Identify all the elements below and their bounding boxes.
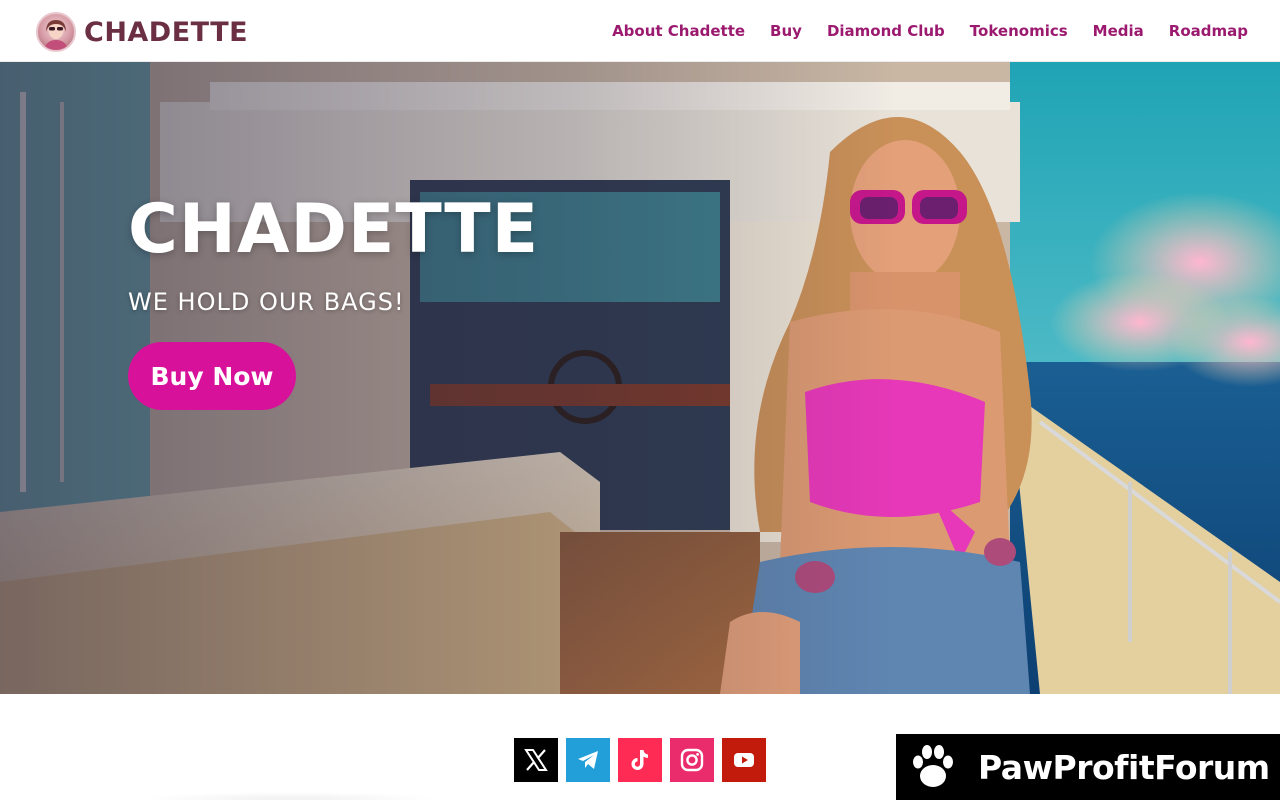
watermark-text: PawProfitForum [978, 747, 1270, 787]
brand-avatar [36, 12, 76, 52]
social-links [514, 738, 766, 782]
nav-diamond-club[interactable]: Diamond Club [827, 22, 945, 40]
x-icon[interactable] [514, 738, 558, 782]
youtube-icon[interactable] [722, 738, 766, 782]
main-nav: About Chadette Buy Diamond Club Tokenomi… [612, 0, 1248, 62]
paw-icon [913, 745, 953, 787]
nav-buy[interactable]: Buy [770, 22, 802, 40]
nav-tokenomics[interactable]: Tokenomics [970, 22, 1068, 40]
brand-name: CHADETTE [84, 16, 249, 48]
telegram-icon[interactable] [566, 738, 610, 782]
instagram-icon[interactable] [670, 738, 714, 782]
nav-about[interactable]: About Chadette [612, 22, 745, 40]
nav-roadmap[interactable]: Roadmap [1169, 22, 1248, 40]
buy-now-button[interactable]: Buy Now [128, 342, 296, 410]
pawprofitforum-watermark: PawProfitForum [896, 734, 1280, 800]
hero-title: CHADETTE [128, 190, 540, 269]
brand-logo-link[interactable]: CHADETTE [36, 12, 248, 52]
site-header: CHADETTE About Chadette Buy Diamond Club… [0, 0, 1280, 62]
nav-media[interactable]: Media [1093, 22, 1144, 40]
hero-subtitle: WE HOLD OUR BAGS! [128, 288, 405, 316]
hero-section: CHADETTE WE HOLD OUR BAGS! Buy Now [0, 62, 1280, 694]
section-shadow [140, 792, 440, 800]
tiktok-icon[interactable] [618, 738, 662, 782]
